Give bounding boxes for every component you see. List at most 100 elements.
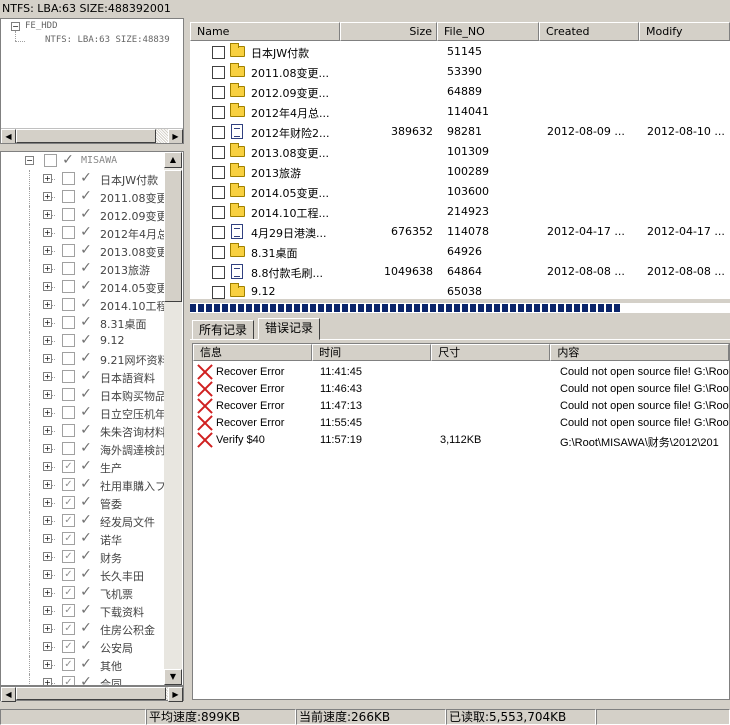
tree-root[interactable]: − ✓ MISAWA [1,152,169,170]
log-row[interactable]: Recover Error 11:46:43 Could not open sour… [193,381,729,398]
tree-item[interactable]: + ✓ ✓ 其他 [1,656,169,674]
tree-item[interactable]: + ✓ 2013旅游 [1,260,169,278]
scroll-down-icon[interactable]: ▼ [164,669,182,685]
file-row[interactable]: 2013旅游 100289 [190,162,730,182]
file-checkbox[interactable] [212,126,225,139]
expand-icon[interactable]: + [43,570,52,579]
file-checkbox[interactable] [212,86,225,99]
checkbox[interactable] [62,280,75,293]
tree-item[interactable]: + ✓ 2014.05变更 [1,278,169,296]
file-checkbox[interactable] [212,166,225,179]
col-name[interactable]: Name [190,22,340,41]
partition-node[interactable]: NTFS: LBA:63 SIZE:48839 [45,35,170,45]
checkbox[interactable]: ✓ [62,676,75,685]
expand-icon[interactable]: + [43,516,52,525]
collapse-icon[interactable]: − [25,156,34,165]
tree-item[interactable]: + ✓ ✓ 管委 [1,494,169,512]
col-file-no[interactable]: File_NO [437,22,539,41]
expand-icon[interactable]: + [43,498,52,507]
col-size[interactable]: Size [340,22,437,41]
checkbox[interactable]: ✓ [62,478,75,491]
tree-item[interactable]: + ✓ ✓ 公安局 [1,638,169,656]
file-row[interactable]: 2014.05变更... 103600 [190,182,730,202]
tree-item[interactable]: + ✓ ✓ 长久丰田 [1,566,169,584]
log-list[interactable]: 信息 时间 尺寸 内容 Recover Error 11:41:45 Could n… [192,343,730,700]
expand-icon[interactable]: + [43,426,52,435]
checkbox[interactable] [62,424,75,437]
log-row[interactable]: Recover Error 11:41:45 Could not open sour… [193,364,729,381]
col-size[interactable]: 尺寸 [431,344,551,361]
checkbox[interactable] [62,442,75,455]
folder-tree-hscrollbar[interactable]: ◀ ▶ [0,686,184,702]
tree-item[interactable]: + ✓ ✓ 住房公积金 [1,620,169,638]
file-row[interactable]: 2011.08变更... 53390 [190,62,730,82]
tree-item[interactable]: + ✓ 日本語資料 [1,368,169,386]
tree-item[interactable]: + ✓ ✓ 财务 [1,548,169,566]
col-modify[interactable]: Modify [639,22,730,41]
scroll-up-icon[interactable]: ▲ [164,152,182,168]
expand-icon[interactable]: + [43,624,52,633]
expand-icon[interactable]: + [43,228,52,237]
checkbox[interactable]: ✓ [62,496,75,509]
file-row[interactable]: 2013.08变更... 101309 [190,142,730,162]
collapse-icon[interactable]: − [11,22,20,31]
checkbox[interactable]: ✓ [62,604,75,617]
tree-item[interactable]: + ✓ 日立空压机年 [1,404,169,422]
scroll-right-icon[interactable]: ▶ [168,687,183,702]
tree-item[interactable]: + ✓ 2014.10工程 [1,296,169,314]
log-row[interactable]: Recover Error 11:47:13 Could not open sour… [193,398,729,415]
expand-icon[interactable]: + [43,642,52,651]
file-row[interactable]: 2014.10工程... 214923 [190,202,730,222]
file-row[interactable]: 2012年财险2... 389632 98281 2012-08-09 ... 2012… [190,122,730,142]
scroll-left-icon[interactable]: ◀ [1,687,16,702]
checkbox[interactable]: ✓ [62,460,75,473]
file-row[interactable]: 2012年4月总... 114041 [190,102,730,122]
checkbox[interactable]: ✓ [62,622,75,635]
expand-icon[interactable]: + [43,480,52,489]
file-list[interactable]: 日本JW付款 51145 2011.08变更... 53390 2012.09变更...… [190,22,730,299]
scroll-thumb[interactable] [164,170,182,302]
tree-item[interactable]: + ✓ 2012.09变更 [1,206,169,224]
checkbox[interactable] [62,262,75,275]
expand-icon[interactable]: + [43,282,52,291]
file-row[interactable]: 9.12 65038 [190,282,730,299]
file-row[interactable]: 2012.09变更... 64889 [190,82,730,102]
tree-item[interactable]: + ✓ 朱朱咨询材料 [1,422,169,440]
checkbox[interactable] [62,388,75,401]
expand-icon[interactable]: + [43,264,52,273]
log-row[interactable]: Verify $40 11:57:19 3,112KB G:\Root\MISAWA\… [193,432,729,449]
checkbox[interactable] [62,226,75,239]
checkbox[interactable] [62,406,75,419]
folder-tree[interactable]: − ✓ MISAWA + ✓ 日本JW付款 + ✓ 2011.08变更 + ✓ 2012.09变更 + ✓… [0,151,184,686]
expand-icon[interactable]: + [43,444,52,453]
expand-icon[interactable]: + [43,372,52,381]
checkbox[interactable]: ✓ [62,586,75,599]
file-checkbox[interactable] [212,266,225,279]
checkbox[interactable]: ✓ [62,532,75,545]
expand-icon[interactable]: + [43,408,52,417]
tab-all-records[interactable]: 所有记录 [192,320,255,340]
col-time[interactable]: 时间 [312,344,432,361]
tree-item[interactable]: + ✓ 9.21网坏资料 [1,350,169,368]
expand-icon[interactable]: + [43,174,52,183]
tab-error-records[interactable]: 错误记录 [258,318,321,340]
file-checkbox[interactable] [212,66,225,79]
expand-icon[interactable]: + [43,552,52,561]
expand-icon[interactable]: + [43,246,52,255]
scroll-left-icon[interactable]: ◀ [1,129,16,143]
col-info[interactable]: 信息 [193,344,313,361]
file-row[interactable]: 4月29日港澳... 676352 114078 2012-04-17 ... 2012… [190,222,730,242]
tree-item[interactable]: + ✓ ✓ 飞机票 [1,584,169,602]
checkbox[interactable] [62,208,75,221]
checkbox[interactable] [62,334,75,347]
top-tree-hscrollbar[interactable]: ◀ ▶ [1,128,183,143]
file-row[interactable]: 8.8付款毛刷... 1049638 64864 2012-08-08 ... 2012… [190,262,730,282]
checkbox[interactable]: ✓ [62,514,75,527]
tree-item[interactable]: + ✓ 2013.08变更 [1,242,169,260]
checkbox[interactable] [62,316,75,329]
tree-item[interactable]: + ✓ ✓ 合同 [1,674,169,685]
expand-icon[interactable]: + [43,354,52,363]
checkbox[interactable] [62,370,75,383]
tree-item[interactable]: + ✓ ✓ 经发局文件 [1,512,169,530]
col-created[interactable]: Created [539,22,639,41]
